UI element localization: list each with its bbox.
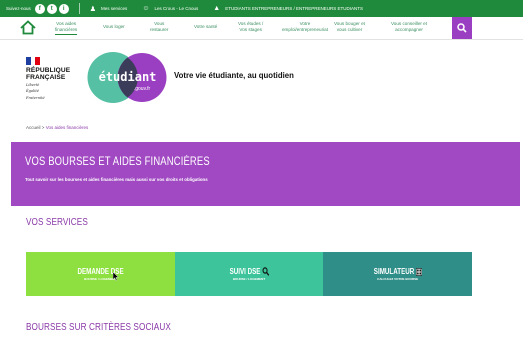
- nav-label-line2: restaurer: [150, 27, 169, 32]
- mouse-cursor-icon: [113, 272, 119, 281]
- nav-label-line2: accompagner: [395, 27, 423, 32]
- instagram-icon[interactable]: i: [58, 3, 69, 14]
- nav-label-line2: Vos stages: [239, 27, 262, 32]
- republique-francaise-logo[interactable]: RÉPUBLIQUE FRANÇAISE Liberté Égalité Fra…: [26, 57, 86, 100]
- motto-liberte: Liberté: [26, 83, 40, 87]
- facebook-icon[interactable]: f: [34, 3, 45, 14]
- bourses-section-title: BOURSES SUR CRITÈRES SOCIAUX: [26, 322, 171, 333]
- service-title: SIMULATEUR: [373, 267, 415, 276]
- site-tagline: Votre vie étudiante, au quotidien: [174, 71, 294, 80]
- top-link-label: ETUDIANTS ENTREPRENEURS / ENTREPRENEURS …: [225, 6, 363, 11]
- service-title-row: SUIVI DSE: [229, 267, 269, 276]
- logo-subtext: .gouv.fr: [134, 86, 151, 92]
- top-link-label: Mes services: [101, 6, 128, 11]
- page-hero: VOS BOURSES ET AIDES FINANCIÈRES Tout sa…: [11, 142, 520, 206]
- service-subtitle: BOURSE / LOGEMENT: [84, 277, 117, 281]
- etudiant-gouv-logo[interactable]: étudiant .gouv.fr: [87, 50, 167, 105]
- page-subtitle: Tout savoir sur les bourses et aides fin…: [25, 177, 208, 182]
- main-navigation: Vos aides financières Vous loger Vous re…: [0, 17, 523, 40]
- page-title: VOS BOURSES ET AIDES FINANCIÈRES: [25, 156, 210, 168]
- building-icon: ▲: [213, 5, 221, 12]
- magnifier-icon: [261, 267, 269, 276]
- nav-item-restaurer[interactable]: Vous restaurer: [150, 21, 168, 33]
- service-subtitle: BOURSE / LOGEMENT: [232, 277, 266, 281]
- breadcrumb-separator: >: [41, 125, 45, 130]
- services-row: DEMANDE DSE BOURSE / LOGEMENT SUIVI DSE …: [26, 252, 473, 296]
- search-button[interactable]: [452, 17, 472, 39]
- services-section-title: VOS SERVICES: [26, 217, 88, 228]
- motto-fraternite: Fraternité: [26, 95, 45, 100]
- breadcrumb-home[interactable]: Accueil: [26, 125, 41, 130]
- user-icon: ♟: [89, 5, 97, 13]
- nav-item-bouger[interactable]: Vous bouger et vous cultiver: [334, 21, 365, 33]
- nav-label-line2: emploi/entrepreneuriat: [282, 27, 328, 32]
- nav-item-emploi[interactable]: Votre emploi/entrepreneuriat: [282, 21, 328, 33]
- nav-item-conseiller[interactable]: Vous conseiller et accompagner: [391, 21, 427, 33]
- search-icon: [457, 23, 467, 33]
- breadcrumb-current: Vos aides financières: [45, 125, 89, 130]
- top-link-crous[interactable]: ☺ Les Crous - Le Cnous: [142, 5, 198, 12]
- service-subtitle: CALCULEZ VOTRE BOURSE: [377, 277, 419, 281]
- service-demande-dse[interactable]: DEMANDE DSE BOURSE / LOGEMENT: [26, 252, 175, 296]
- group-icon: ☺: [142, 5, 150, 12]
- service-title: SUIVI DSE: [229, 267, 261, 276]
- logo-text: étudiant: [99, 70, 157, 84]
- service-suivi-dse[interactable]: SUIVI DSE BOURSE / LOGEMENT: [174, 252, 324, 296]
- motto-egalite: Égalité: [26, 89, 39, 94]
- nav-label-line1: Votre santé: [194, 24, 218, 29]
- follow-us-label: Suivez-nous: [6, 6, 31, 11]
- nav-label-line1: Vous loger: [103, 24, 125, 29]
- top-utility-bar: Suivez-nous f t i ♟ Mes services ☺ Les C…: [0, 0, 523, 17]
- rf-line1: RÉPUBLIQUE: [26, 67, 71, 74]
- service-title-row: SIMULATEUR: [374, 267, 422, 276]
- service-simulateur[interactable]: SIMULATEUR CALCULEZ VOTRE BOURSE: [323, 252, 473, 296]
- nav-item-sante[interactable]: Votre santé: [194, 24, 217, 30]
- breadcrumb: Accueil > Vos aides financières: [26, 125, 88, 130]
- nav-label-line2: vous cultiver: [336, 27, 363, 32]
- nav-item-aides-financieres[interactable]: Vos aides financières: [55, 21, 78, 35]
- french-flag-icon: [26, 57, 41, 65]
- top-link-entrepreneurs[interactable]: ▲ ETUDIANTS ENTREPRENEURS / ENTREPRENEUR…: [213, 5, 363, 12]
- top-link-mes-services[interactable]: ♟ Mes services: [90, 5, 128, 13]
- nav-label-line2: financières: [55, 27, 78, 32]
- rf-line2: FRANÇAISE: [26, 74, 66, 81]
- calculator-icon: [415, 267, 422, 276]
- nav-item-etudes[interactable]: Vos études / Vos stages: [238, 21, 263, 33]
- top-link-label: Les Crous - Le Cnous: [154, 6, 199, 11]
- twitter-icon[interactable]: t: [46, 3, 57, 14]
- nav-item-loger[interactable]: Vous loger: [103, 24, 125, 30]
- home-icon[interactable]: [20, 20, 36, 35]
- top-divider: [78, 3, 80, 14]
